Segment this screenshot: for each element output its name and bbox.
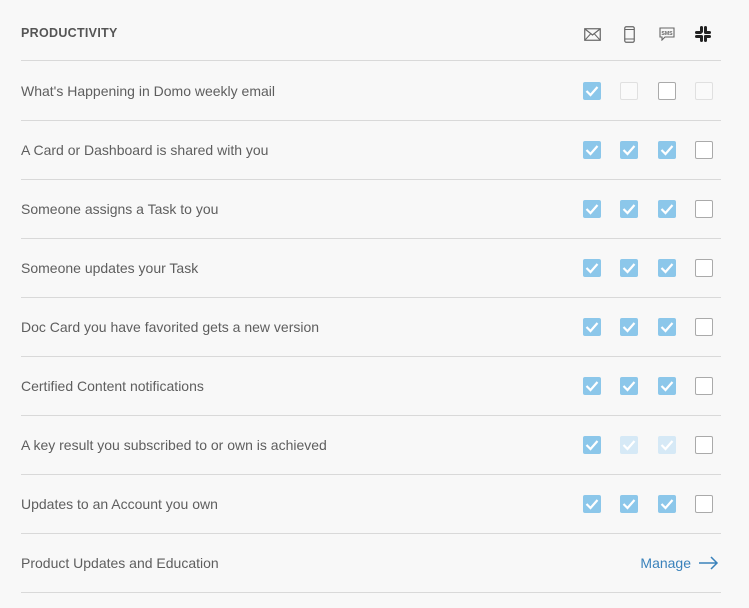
setting-label: Someone assigns a Task to you (21, 201, 219, 217)
checkmark-icon (622, 440, 636, 451)
section-header: PRODUCTIVITY SMS (21, 0, 721, 61)
slack-checkbox[interactable] (695, 377, 713, 395)
email-checkbox[interactable] (583, 318, 601, 336)
email-checkbox[interactable] (583, 141, 601, 159)
checkmark-icon (660, 499, 674, 510)
checkmark-icon (622, 204, 636, 215)
slack-checkbox[interactable] (695, 259, 713, 277)
setting-row: A key result you subscribed to or own is… (21, 416, 721, 475)
mobile-checkbox[interactable] (620, 495, 638, 513)
email-checkbox[interactable] (583, 436, 601, 454)
slack-checkbox[interactable] (695, 200, 713, 218)
slack-checkbox[interactable] (695, 141, 713, 159)
checkmark-icon (585, 86, 599, 97)
sms-icon: SMS (657, 24, 677, 44)
checkmark-icon (660, 381, 674, 392)
setting-label: Someone updates your Task (21, 260, 199, 276)
checkmark-icon (585, 499, 599, 510)
mobile-checkbox[interactable] (620, 200, 638, 218)
product-updates-label: Product Updates and Education (21, 555, 219, 571)
checkmark-icon (585, 440, 599, 451)
sms-checkbox[interactable] (658, 259, 676, 277)
setting-label: Updates to an Account you own (21, 496, 218, 512)
section-title: PRODUCTIVITY (21, 26, 118, 40)
setting-row: Updates to an Account you own (21, 475, 721, 534)
checkmark-icon (660, 263, 674, 274)
slack-icon (693, 24, 713, 44)
setting-row: What's Happening in Domo weekly email (21, 62, 721, 121)
sms-checkbox (658, 436, 676, 454)
checkmark-icon (585, 145, 599, 156)
setting-row: Certified Content notifications (21, 357, 721, 416)
email-checkbox[interactable] (583, 259, 601, 277)
slack-checkbox[interactable] (695, 495, 713, 513)
checkmark-icon (660, 322, 674, 333)
email-checkbox[interactable] (583, 495, 601, 513)
email-icon (582, 24, 602, 44)
mobile-checkbox[interactable] (620, 141, 638, 159)
checkmark-icon (585, 381, 599, 392)
setting-row: Doc Card you have favorited gets a new v… (21, 298, 721, 357)
checkmark-icon (585, 322, 599, 333)
mobile-checkbox[interactable] (620, 377, 638, 395)
manage-label: Manage (640, 555, 691, 571)
email-checkbox[interactable] (583, 377, 601, 395)
svg-text:SMS: SMS (661, 31, 673, 37)
sms-checkbox[interactable] (658, 318, 676, 336)
checkmark-icon (660, 440, 674, 451)
checkmark-icon (622, 499, 636, 510)
checkmark-icon (622, 145, 636, 156)
notification-settings-panel: PRODUCTIVITY SMS What's Happening in Dom… (0, 0, 749, 608)
manage-link[interactable]: Manage (640, 553, 719, 573)
setting-row: Someone assigns a Task to you (21, 180, 721, 239)
sms-checkbox[interactable] (658, 141, 676, 159)
arrow-right-icon (699, 556, 719, 570)
email-checkbox[interactable] (583, 200, 601, 218)
sms-checkbox[interactable] (658, 495, 676, 513)
sms-checkbox[interactable] (658, 200, 676, 218)
setting-row: Someone updates your Task (21, 239, 721, 298)
setting-label: What's Happening in Domo weekly email (21, 83, 276, 99)
email-checkbox[interactable] (583, 82, 601, 100)
sms-checkbox[interactable] (658, 82, 676, 100)
mobile-checkbox (620, 82, 638, 100)
setting-label: A key result you subscribed to or own is… (21, 437, 327, 453)
setting-label: A Card or Dashboard is shared with you (21, 142, 269, 158)
setting-row: A Card or Dashboard is shared with you (21, 121, 721, 180)
setting-label: Certified Content notifications (21, 378, 204, 394)
checkmark-icon (585, 263, 599, 274)
checkmark-icon (660, 204, 674, 215)
mobile-checkbox[interactable] (620, 318, 638, 336)
checkmark-icon (585, 204, 599, 215)
slack-checkbox[interactable] (695, 318, 713, 336)
slack-checkbox[interactable] (695, 436, 713, 454)
mobile-icon (619, 24, 639, 44)
product-updates-row: Product Updates and Education Manage (21, 533, 721, 593)
sms-checkbox[interactable] (658, 377, 676, 395)
checkmark-icon (622, 322, 636, 333)
checkmark-icon (622, 263, 636, 274)
mobile-checkbox[interactable] (620, 259, 638, 277)
setting-label: Doc Card you have favorited gets a new v… (21, 319, 320, 335)
checkmark-icon (660, 145, 674, 156)
slack-checkbox (695, 82, 713, 100)
mobile-checkbox (620, 436, 638, 454)
checkmark-icon (622, 381, 636, 392)
